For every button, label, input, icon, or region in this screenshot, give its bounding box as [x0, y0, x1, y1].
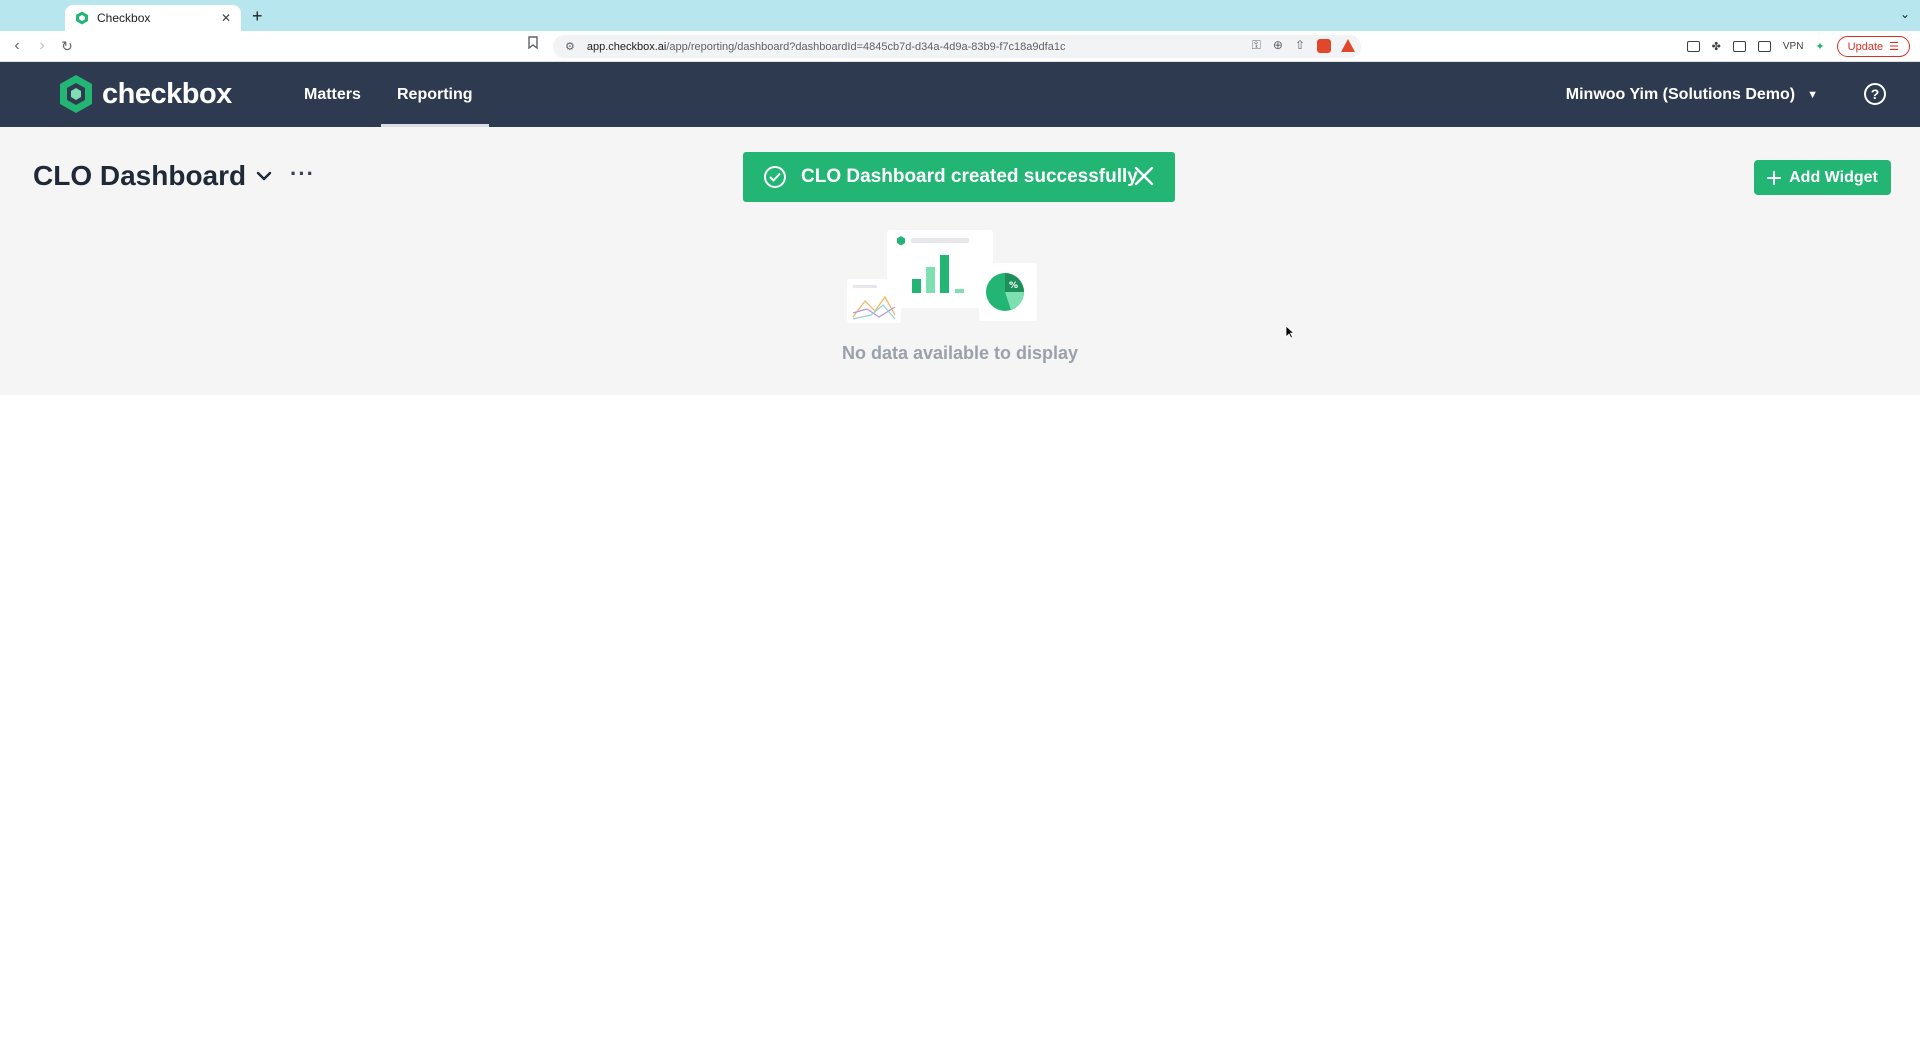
more-options-icon[interactable]: ···	[290, 161, 315, 187]
app-header: checkbox Matters Reporting Minwoo Yim (S…	[0, 62, 1920, 127]
sidebar-icon[interactable]	[1732, 41, 1746, 52]
dashboard-content: CLO Dashboard ··· CLO Dashboard created …	[0, 127, 1920, 395]
bookmark-icon[interactable]	[528, 36, 538, 52]
dashboard-title-dropdown[interactable]: CLO Dashboard	[33, 160, 272, 192]
nav-matters[interactable]: Matters	[304, 62, 361, 127]
url-domain: app.checkbox.ai	[586, 40, 667, 53]
share-icon[interactable]: ⇧	[1295, 38, 1305, 53]
zoom-icon[interactable]: ⊕	[1273, 38, 1283, 53]
key-icon[interactable]: ⚿	[1252, 38, 1261, 53]
percent-glyph: %	[1009, 281, 1018, 291]
empty-state-message: No data available to display	[841, 343, 1079, 363]
add-widget-label: Add Widget	[1789, 168, 1878, 186]
extension-icon[interactable]	[1686, 41, 1700, 52]
url-text: app.checkbox.ai/app/reporting/dashboard?…	[587, 41, 1361, 53]
puzzle-icon[interactable]: ✤	[1712, 40, 1721, 53]
checkbox-favicon-icon	[76, 11, 88, 25]
back-arrow-icon[interactable]: ‹	[8, 37, 26, 55]
user-menu[interactable]: Minwoo Yim (Solutions Demo) ▼	[1566, 62, 1818, 127]
add-widget-button[interactable]: Add Widget	[1754, 160, 1891, 195]
help-icon[interactable]: ?	[1864, 83, 1886, 105]
nav-reporting[interactable]: Reporting	[381, 62, 489, 127]
reload-icon[interactable]: ↻	[58, 38, 76, 55]
checkbox-logo[interactable]: checkbox	[58, 74, 232, 114]
leaf-extension-icon[interactable]: ✦	[1815, 40, 1824, 53]
browser-tab[interactable]: Checkbox ✕	[65, 5, 241, 31]
wallet-icon[interactable]	[1757, 41, 1771, 52]
dashboard-title: CLO Dashboard	[33, 160, 247, 191]
mouse-cursor-icon	[1285, 325, 1295, 339]
checkbox-logo-icon	[60, 75, 92, 113]
vpn-button[interactable]: VPN	[1783, 41, 1804, 52]
browser-tab-bar: Checkbox ✕ + ⌄	[0, 0, 1920, 31]
success-toast: CLO Dashboard created successfully	[743, 152, 1175, 202]
address-bar[interactable]: ⚙ app.checkbox.ai/app/reporting/dashboar…	[553, 35, 1361, 58]
tab-close-icon[interactable]: ✕	[221, 11, 231, 25]
tab-title: Checkbox	[97, 11, 151, 25]
brave-shield-icon[interactable]	[1317, 38, 1331, 53]
logo-text: checkbox	[102, 77, 232, 110]
tab-list-chevron-icon[interactable]: ⌄	[1900, 7, 1910, 21]
close-icon[interactable]	[1133, 165, 1155, 187]
check-circle-icon	[764, 166, 786, 188]
update-label: Update	[1847, 40, 1884, 53]
toast-message: CLO Dashboard created successfully	[801, 166, 1138, 187]
brave-rewards-icon[interactable]	[1341, 39, 1355, 52]
caret-down-icon: ▼	[1807, 88, 1818, 101]
browser-toolbar: ‹ › ↻ ⚙ app.checkbox.ai/app/reporting/da…	[0, 31, 1920, 62]
menu-icon: ☰	[1889, 41, 1899, 53]
browser-extensions: ✤ VPN ✦ Update ☰	[1686, 36, 1910, 57]
chevron-down-icon	[256, 171, 272, 181]
new-tab-icon[interactable]: +	[252, 6, 263, 27]
update-button[interactable]: Update ☰	[1836, 36, 1910, 57]
site-settings-icon[interactable]: ⚙	[565, 40, 575, 53]
user-name: Minwoo Yim (Solutions Demo)	[1565, 85, 1796, 103]
empty-dashboard-illustration: %	[847, 230, 1037, 323]
forward-arrow-icon[interactable]: ›	[33, 37, 51, 55]
plus-icon	[1767, 170, 1782, 185]
url-path: /app/reporting/dashboard?dashboardId=484…	[666, 40, 1066, 53]
